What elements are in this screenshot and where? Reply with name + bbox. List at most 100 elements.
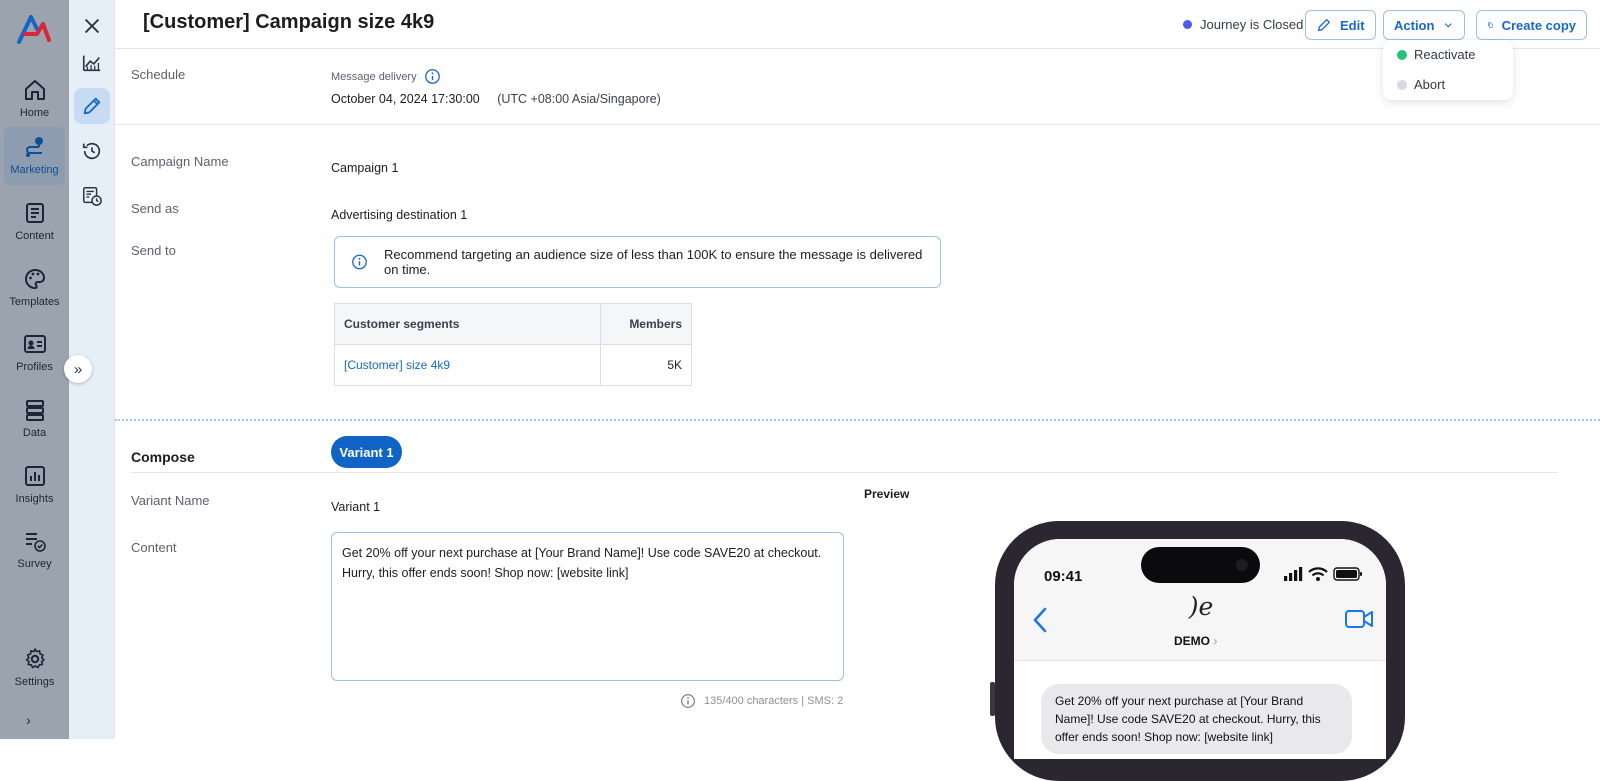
- contact-name-row[interactable]: DEMO ›: [1174, 634, 1217, 648]
- menu-item-abort[interactable]: Abort: [1397, 77, 1445, 92]
- send-as-label: Send as: [131, 201, 179, 216]
- info-icon: [352, 254, 367, 270]
- pencil-icon: [83, 97, 101, 115]
- action-button-label: Action: [1394, 17, 1435, 33]
- nav-label: Settings: [14, 676, 55, 688]
- content-label: Content: [131, 540, 177, 555]
- campaign-name-value: Campaign 1: [331, 161, 399, 175]
- nav-item-insights[interactable]: Insights: [4, 456, 65, 512]
- close-button[interactable]: [74, 8, 110, 44]
- battery-icon: [1333, 567, 1362, 581]
- wifi-icon: [1308, 567, 1328, 581]
- calendar-clock-icon: [83, 187, 102, 206]
- chevron-down-icon: [1445, 23, 1453, 28]
- pencil-icon: [1318, 19, 1330, 31]
- info-icon: [681, 694, 695, 708]
- dynamic-island: [1141, 547, 1260, 583]
- back-chevron-icon[interactable]: [1032, 607, 1048, 633]
- close-icon: [84, 18, 100, 34]
- app-logo[interactable]: [17, 14, 51, 44]
- page-header: [Customer] Campaign size 4k9 Journey is …: [115, 0, 1600, 49]
- audience-info-text: Recommend targeting an audience size of …: [384, 247, 923, 277]
- nav-item-templates[interactable]: Templates: [4, 259, 65, 315]
- nav-item-profiles[interactable]: Profiles: [4, 324, 65, 380]
- schedule-log-button[interactable]: [74, 178, 110, 214]
- double-chevron-right-icon: »: [73, 360, 83, 378]
- content-textarea[interactable]: Get 20% off your next purchase at [Your …: [331, 532, 844, 681]
- send-as-value: Advertising destination 1: [331, 208, 468, 222]
- edit-button[interactable]: Edit: [1305, 10, 1376, 40]
- camera-icon: [1236, 559, 1248, 571]
- character-count-text: 135/400 characters | SMS: 2: [704, 695, 844, 707]
- send-to-label: Send to: [131, 243, 176, 258]
- campaign-name-label: Campaign Name: [131, 154, 229, 169]
- message-delivery-label: Message delivery: [331, 70, 417, 83]
- nav-item-marketing[interactable]: Marketing: [4, 127, 65, 185]
- variant-name-value: Variant 1: [331, 500, 381, 514]
- nav-item-data[interactable]: Data: [4, 390, 65, 446]
- status-text: Journey is Closed: [1200, 17, 1304, 32]
- nav-label: Content: [15, 230, 54, 242]
- nav-item-survey[interactable]: Survey: [4, 521, 65, 577]
- schedule-label: Schedule: [131, 67, 186, 82]
- video-call-icon[interactable]: [1345, 609, 1373, 629]
- nav-label: Survey: [17, 558, 52, 570]
- nav-label: Data: [22, 427, 47, 439]
- schedule-datetime: October 04, 2024 17:30:00 (UTC +08:00 As…: [331, 92, 661, 106]
- delivery-timezone: (UTC +08:00 Asia/Singapore): [497, 92, 661, 106]
- survey-icon: [25, 533, 46, 552]
- green-dot-icon: [1397, 49, 1407, 60]
- history-button[interactable]: [74, 133, 110, 169]
- tab-variant-1[interactable]: Variant 1: [331, 436, 402, 468]
- contact-name: DEMO: [1174, 634, 1210, 648]
- compose-divider: [131, 472, 1558, 473]
- analytics-button[interactable]: [74, 45, 110, 81]
- section-divider: [115, 124, 1600, 125]
- edit-button-label: Edit: [1340, 17, 1365, 33]
- history-icon: [82, 142, 101, 160]
- nav-item-content[interactable]: Content: [4, 193, 65, 249]
- phone-side-button: [990, 682, 995, 716]
- preview-label: Preview: [864, 487, 910, 501]
- nav-label: Marketing: [10, 164, 59, 176]
- edit-mode-button[interactable]: [74, 88, 110, 124]
- menu-item-label: Abort: [1414, 77, 1446, 92]
- action-button[interactable]: Action: [1383, 10, 1465, 40]
- profile-card-icon: [23, 335, 46, 353]
- nav-label: Profiles: [16, 361, 53, 373]
- main-nav: Home Marketing Content Templates Profile…: [0, 0, 69, 739]
- palette-icon: [24, 268, 45, 290]
- page-title: [Customer] Campaign size 4k9: [143, 11, 435, 33]
- info-icon[interactable]: [424, 68, 441, 85]
- marketing-icon: [25, 137, 43, 157]
- collapse-nav-chevron-icon[interactable]: ›: [26, 712, 31, 728]
- segment-link[interactable]: [Customer] size 4k9: [334, 344, 601, 386]
- create-copy-button[interactable]: Create copy: [1476, 10, 1587, 40]
- expand-panel-button[interactable]: »: [64, 355, 92, 383]
- action-menu: Reactivate Abort: [1383, 40, 1513, 100]
- table-row: [Customer] size 4k9 5K: [334, 344, 692, 386]
- segments-table: Customer segments Members [Customer] siz…: [334, 303, 692, 386]
- status-dot-icon: [1183, 20, 1192, 29]
- cellular-signal-icon: [1284, 567, 1303, 581]
- create-copy-label: Create copy: [1501, 17, 1576, 33]
- audience-info-banner: Recommend targeting an audience size of …: [334, 236, 941, 288]
- content-icon: [25, 203, 44, 223]
- copy-icon: [1488, 22, 1493, 28]
- menu-item-label: Reactivate: [1414, 47, 1476, 62]
- nav-item-settings[interactable]: Settings: [4, 639, 65, 695]
- segment-members: 5K: [600, 344, 692, 386]
- database-icon: [25, 400, 44, 421]
- delivery-datetime: October 04, 2024 17:30:00: [331, 92, 480, 106]
- table-header-row: Customer segments Members: [334, 303, 692, 345]
- nav-label: Insights: [15, 493, 54, 505]
- contact-avatar: )e: [1188, 592, 1214, 621]
- menu-item-reactivate[interactable]: Reactivate: [1397, 47, 1475, 62]
- journey-status: Journey is Closed: [1183, 17, 1303, 32]
- dotted-divider: [115, 419, 1600, 421]
- column-header-segments: Customer segments: [334, 303, 601, 345]
- nav-item-home[interactable]: Home: [4, 70, 65, 126]
- message-delivery-row: Message delivery: [331, 68, 441, 85]
- phone-screen: 09:41 )e DEMO › Get 20% off your next pu…: [1014, 539, 1386, 759]
- status-icons: [1284, 567, 1363, 581]
